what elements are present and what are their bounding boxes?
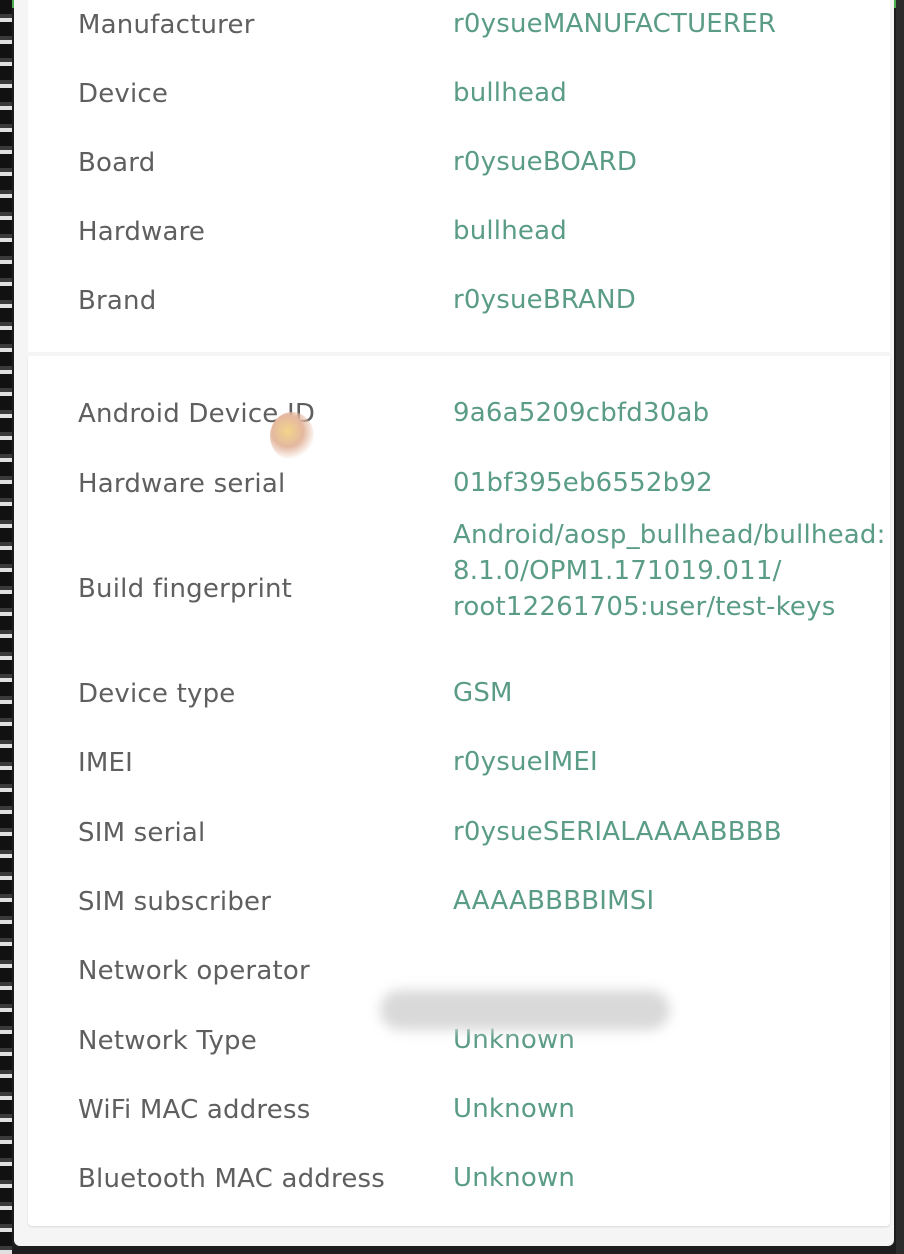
info-label: Network operator <box>78 956 310 986</box>
info-value: r0ysueSERIALAAAABBBB <box>453 817 782 847</box>
info-label: Brand <box>78 286 157 316</box>
info-label: Network Type <box>78 1026 257 1056</box>
info-value: Unknown <box>453 1094 576 1124</box>
info-value-multiline: Android/aosp_bullhead/bullhead: 8.1.0/OP… <box>453 517 886 625</box>
app-screen: Manufacturer r0ysueMANUFACTUERER Device … <box>0 0 904 1254</box>
info-value: AAAABBBBIMSI <box>453 886 655 916</box>
info-label: Board <box>78 148 156 178</box>
info-label: Build fingerprint <box>78 574 293 604</box>
info-value: r0ysueBRAND <box>453 285 636 315</box>
info-label: Hardware serial <box>78 469 286 499</box>
info-value: Unknown <box>453 1163 576 1193</box>
info-value: 9a6a5209cbfd30ab <box>453 398 710 428</box>
info-value: 01bf395eb6552b92 <box>453 468 713 498</box>
window-edge <box>0 0 12 1254</box>
info-label: Bluetooth MAC address <box>78 1164 386 1194</box>
info-value: r0ysueBOARD <box>453 147 638 177</box>
info-label: Device <box>78 79 169 109</box>
info-value: bullhead <box>453 78 567 108</box>
fingerprint-line: root12261705:user/test-keys <box>453 592 836 622</box>
info-label: WiFi MAC address <box>78 1095 311 1125</box>
redacted-blur <box>380 990 670 1030</box>
info-label: SIM serial <box>78 818 206 848</box>
device-info-card: Manufacturer r0ysueMANUFACTUERER Device … <box>14 0 894 1246</box>
info-value: bullhead <box>453 216 567 246</box>
info-label: Manufacturer <box>78 10 255 40</box>
identifiers-section: Android Device ID 9a6a5209cbfd30ab Hardw… <box>28 356 890 1226</box>
touch-cursor-icon <box>270 412 314 460</box>
info-label: Hardware <box>78 217 206 247</box>
info-value: r0ysueIMEI <box>453 747 598 777</box>
info-label: Device type <box>78 679 236 709</box>
info-label: IMEI <box>78 748 133 778</box>
info-label: SIM subscriber <box>78 887 272 917</box>
info-value: r0ysueMANUFACTUERER <box>453 9 777 39</box>
window-right-edge <box>896 0 904 1254</box>
device-section: Manufacturer r0ysueMANUFACTUERER Device … <box>28 0 890 352</box>
info-value: GSM <box>453 678 513 708</box>
fingerprint-line: Android/aosp_bullhead/bullhead: <box>453 520 886 550</box>
fingerprint-line: 8.1.0/OPM1.171019.011/ <box>453 556 782 586</box>
